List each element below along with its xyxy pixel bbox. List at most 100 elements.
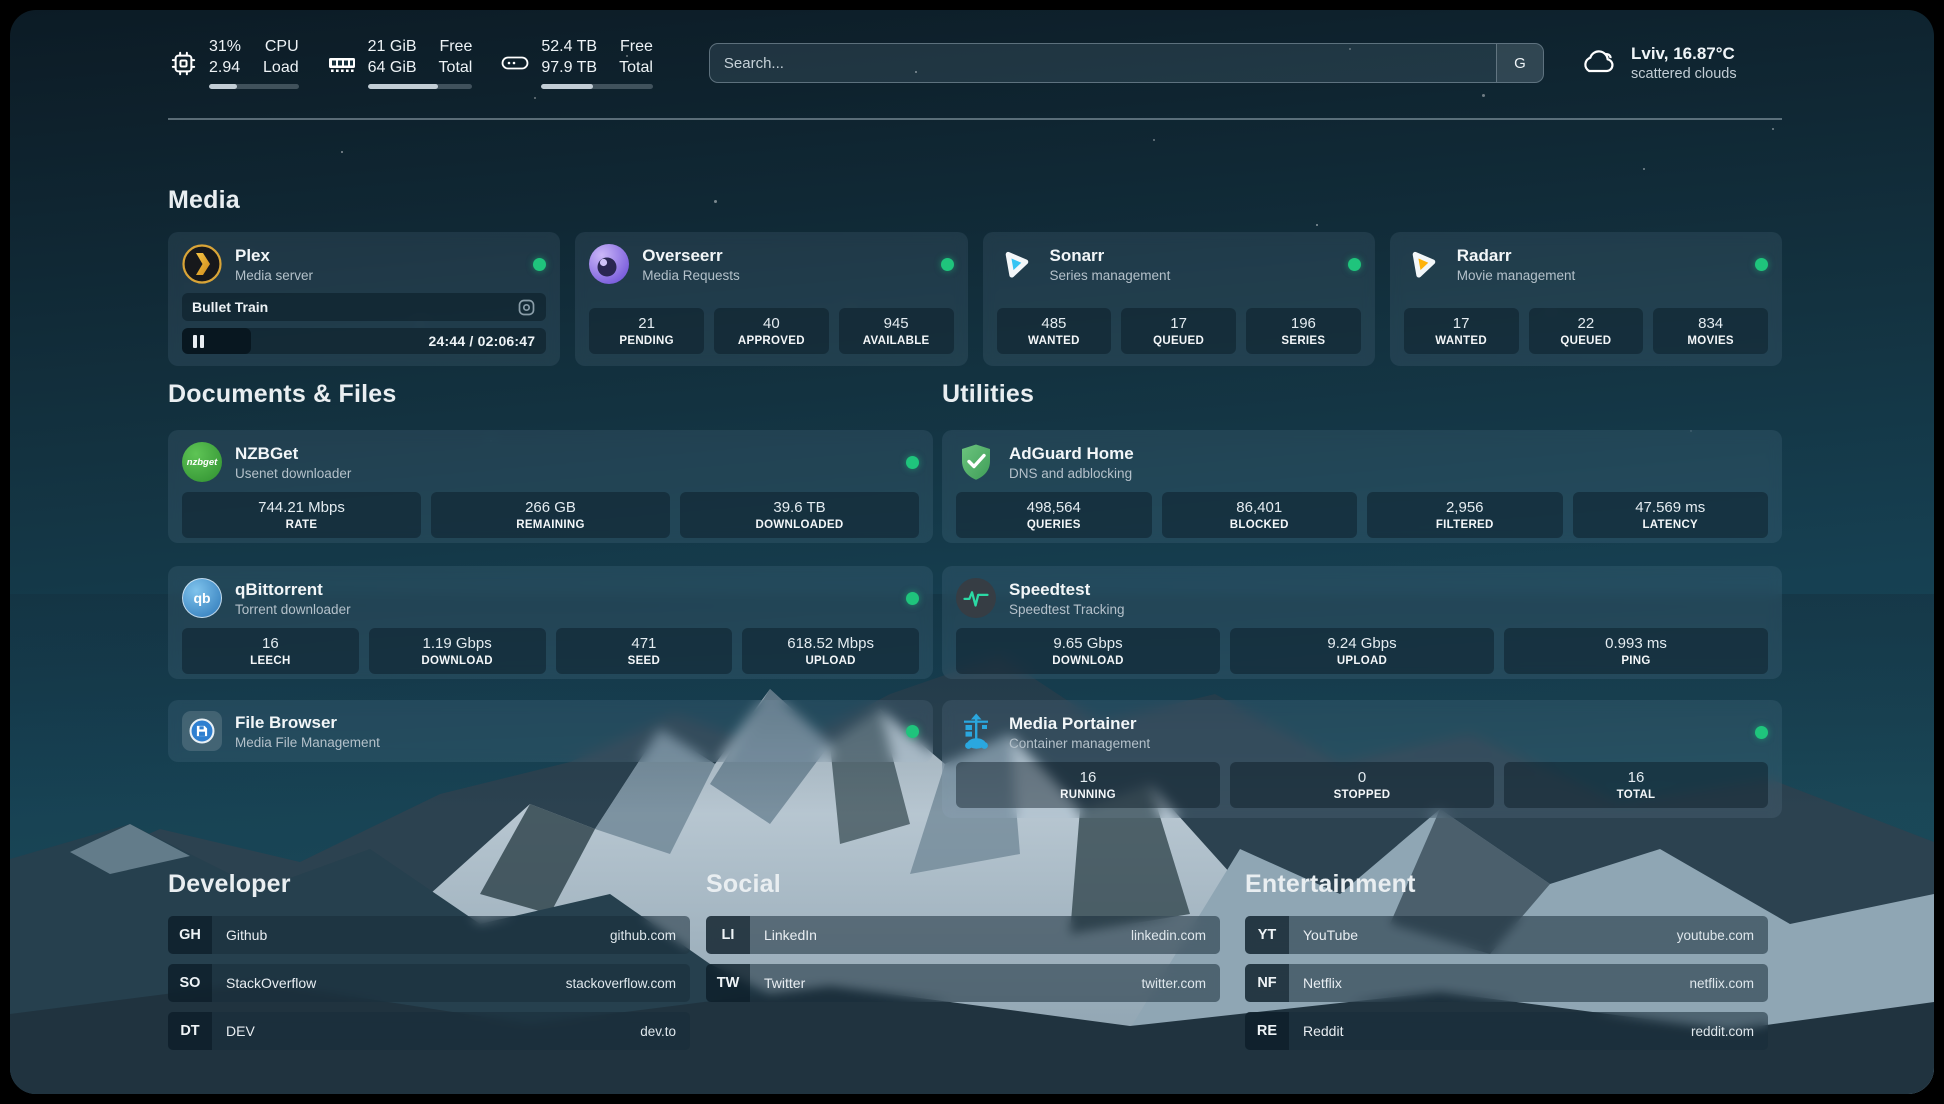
disk-free-label: Free <box>620 37 653 58</box>
stat-wanted: 17WANTED <box>1404 308 1519 354</box>
link-abbr: GH <box>168 916 212 954</box>
stat-upload: 9.24 GbpsUPLOAD <box>1230 628 1494 674</box>
link-url: twitter.com <box>1141 976 1206 991</box>
cloud-icon <box>1578 46 1618 81</box>
stat-wanted: 485WANTED <box>997 308 1112 354</box>
status-dot-online <box>533 258 546 271</box>
status-dot-online <box>906 725 919 738</box>
disk-free-value: 52.4 TB <box>541 37 597 58</box>
link-name: YouTube <box>1303 927 1358 943</box>
link-twitter[interactable]: TW Twitter twitter.com <box>706 964 1220 1002</box>
filebrowser-card[interactable]: File Browser Media File Management <box>168 700 933 762</box>
app-name: Speedtest <box>1009 580 1125 600</box>
overseerr-icon <box>589 244 629 284</box>
speedtest-card[interactable]: Speedtest Speedtest Tracking 9.65 GbpsDO… <box>942 566 1782 679</box>
stat-rate: 744.21 MbpsRATE <box>182 492 421 538</box>
stat-remaining: 266 GBREMAINING <box>431 492 670 538</box>
app-name: Radarr <box>1457 246 1576 266</box>
link-url: linkedin.com <box>1131 928 1206 943</box>
stat-blocked: 86,401BLOCKED <box>1162 492 1358 538</box>
now-playing-title: Bullet Train <box>192 299 268 315</box>
search-engine-button[interactable]: G <box>1496 44 1543 82</box>
status-dot-online <box>1755 726 1768 739</box>
app-subtitle: Media Requests <box>642 268 740 283</box>
weather-location-temp: Lviv, 16.87°C <box>1631 44 1737 64</box>
app-name: Media Portainer <box>1009 714 1150 734</box>
stat-upload: 618.52 MbpsUPLOAD <box>742 628 919 674</box>
app-subtitle: Media File Management <box>235 735 380 750</box>
social-links: LI LinkedIn linkedin.com TW Twitter twit… <box>706 916 1220 1002</box>
link-abbr: DT <box>168 1012 212 1050</box>
pause-icon[interactable] <box>193 335 204 348</box>
stat-latency: 47.569 msLATENCY <box>1573 492 1769 538</box>
cpu-progress-bar <box>209 84 299 89</box>
nzbget-icon: nzbget <box>182 442 222 482</box>
link-github[interactable]: GH Github github.com <box>168 916 690 954</box>
plex-icon <box>182 244 222 284</box>
ram-total-label: Total <box>439 58 473 79</box>
stat-series: 196SERIES <box>1246 308 1361 354</box>
stat-available: 945AVAILABLE <box>839 308 954 354</box>
link-url: reddit.com <box>1691 1024 1754 1039</box>
media-cards-row: Plex Media server Bullet Train 24:44 / 0… <box>168 232 1782 358</box>
qbittorrent-icon: qb <box>182 578 222 618</box>
search-input[interactable] <box>710 44 1496 82</box>
speedtest-icon <box>956 578 996 618</box>
app-subtitle: Movie management <box>1457 268 1576 283</box>
ram-stat: 21 GiB Free 64 GiB Total <box>327 37 473 89</box>
portainer-card[interactable]: Media Portainer Container management 16R… <box>942 700 1782 818</box>
app-subtitle: Torrent downloader <box>235 602 351 617</box>
stat-pending: 21PENDING <box>589 308 704 354</box>
link-linkedin[interactable]: LI LinkedIn linkedin.com <box>706 916 1220 954</box>
link-abbr: TW <box>706 964 750 1002</box>
link-youtube[interactable]: YT YouTube youtube.com <box>1245 916 1768 954</box>
app-subtitle: Series management <box>1050 268 1171 283</box>
stat-running: 16RUNNING <box>956 762 1220 808</box>
qbittorrent-card[interactable]: qb qBittorrent Torrent downloader 16LEEC… <box>168 566 933 679</box>
link-netflix[interactable]: NF Netflix netflix.com <box>1245 964 1768 1002</box>
disk-total-label: Total <box>619 58 653 79</box>
nzbget-card[interactable]: nzbget NZBGet Usenet downloader 744.21 M… <box>168 430 933 543</box>
disk-stat: 52.4 TB Free 97.9 TB Total <box>500 37 653 89</box>
stat-queued: 17QUEUED <box>1121 308 1236 354</box>
now-playing-bar: Bullet Train <box>182 293 546 321</box>
cpu-stat: 31% CPU 2.94 Load <box>168 37 299 89</box>
radarr-icon <box>1404 244 1444 284</box>
disk-progress-bar <box>541 84 653 89</box>
link-url: github.com <box>610 928 676 943</box>
disk-icon <box>500 50 530 76</box>
status-dot-online <box>906 456 919 469</box>
playback-settings-icon[interactable] <box>517 298 536 317</box>
status-dot-online <box>906 592 919 605</box>
filebrowser-icon <box>182 711 222 751</box>
app-subtitle: Container management <box>1009 736 1150 751</box>
section-heading-social: Social <box>706 870 781 899</box>
adguard-card[interactable]: AdGuard Home DNS and adblocking 498,564Q… <box>942 430 1782 543</box>
link-dev-to[interactable]: DT DEV dev.to <box>168 1012 690 1050</box>
stat-queued: 22QUEUED <box>1529 308 1644 354</box>
link-reddit[interactable]: RE Reddit reddit.com <box>1245 1012 1768 1050</box>
app-name: Plex <box>235 246 313 266</box>
stat-filtered: 2,956FILTERED <box>1367 492 1563 538</box>
app-subtitle: DNS and adblocking <box>1009 466 1134 481</box>
sonarr-card[interactable]: Sonarr Series management 485WANTED 17QUE… <box>983 232 1375 366</box>
cpu-icon <box>168 50 198 77</box>
cpu-usage-label: CPU <box>265 37 299 58</box>
link-url: youtube.com <box>1677 928 1754 943</box>
playback-progress-bar[interactable]: 24:44 / 02:06:47 <box>182 328 546 354</box>
link-name: Github <box>226 927 267 943</box>
link-name: Twitter <box>764 975 805 991</box>
dashboard-window: 31% CPU 2.94 Load <box>10 10 1934 1094</box>
link-url: dev.to <box>640 1024 676 1039</box>
link-stackoverflow[interactable]: SO StackOverflow stackoverflow.com <box>168 964 690 1002</box>
playback-time: 24:44 / 02:06:47 <box>429 333 536 349</box>
top-bar: 31% CPU 2.94 Load <box>168 36 1782 90</box>
section-heading-documents: Documents & Files <box>168 380 396 409</box>
overseerr-card[interactable]: Overseerr Media Requests 21PENDING 40APP… <box>575 232 967 366</box>
stat-seed: 471SEED <box>556 628 733 674</box>
radarr-card[interactable]: Radarr Movie management 17WANTED 22QUEUE… <box>1390 232 1782 366</box>
weather-widget: Lviv, 16.87°C scattered clouds <box>1578 44 1782 82</box>
status-dot-online <box>941 258 954 271</box>
cpu-load-value: 2.94 <box>209 58 241 79</box>
plex-card[interactable]: Plex Media server Bullet Train 24:44 / 0… <box>168 232 560 366</box>
